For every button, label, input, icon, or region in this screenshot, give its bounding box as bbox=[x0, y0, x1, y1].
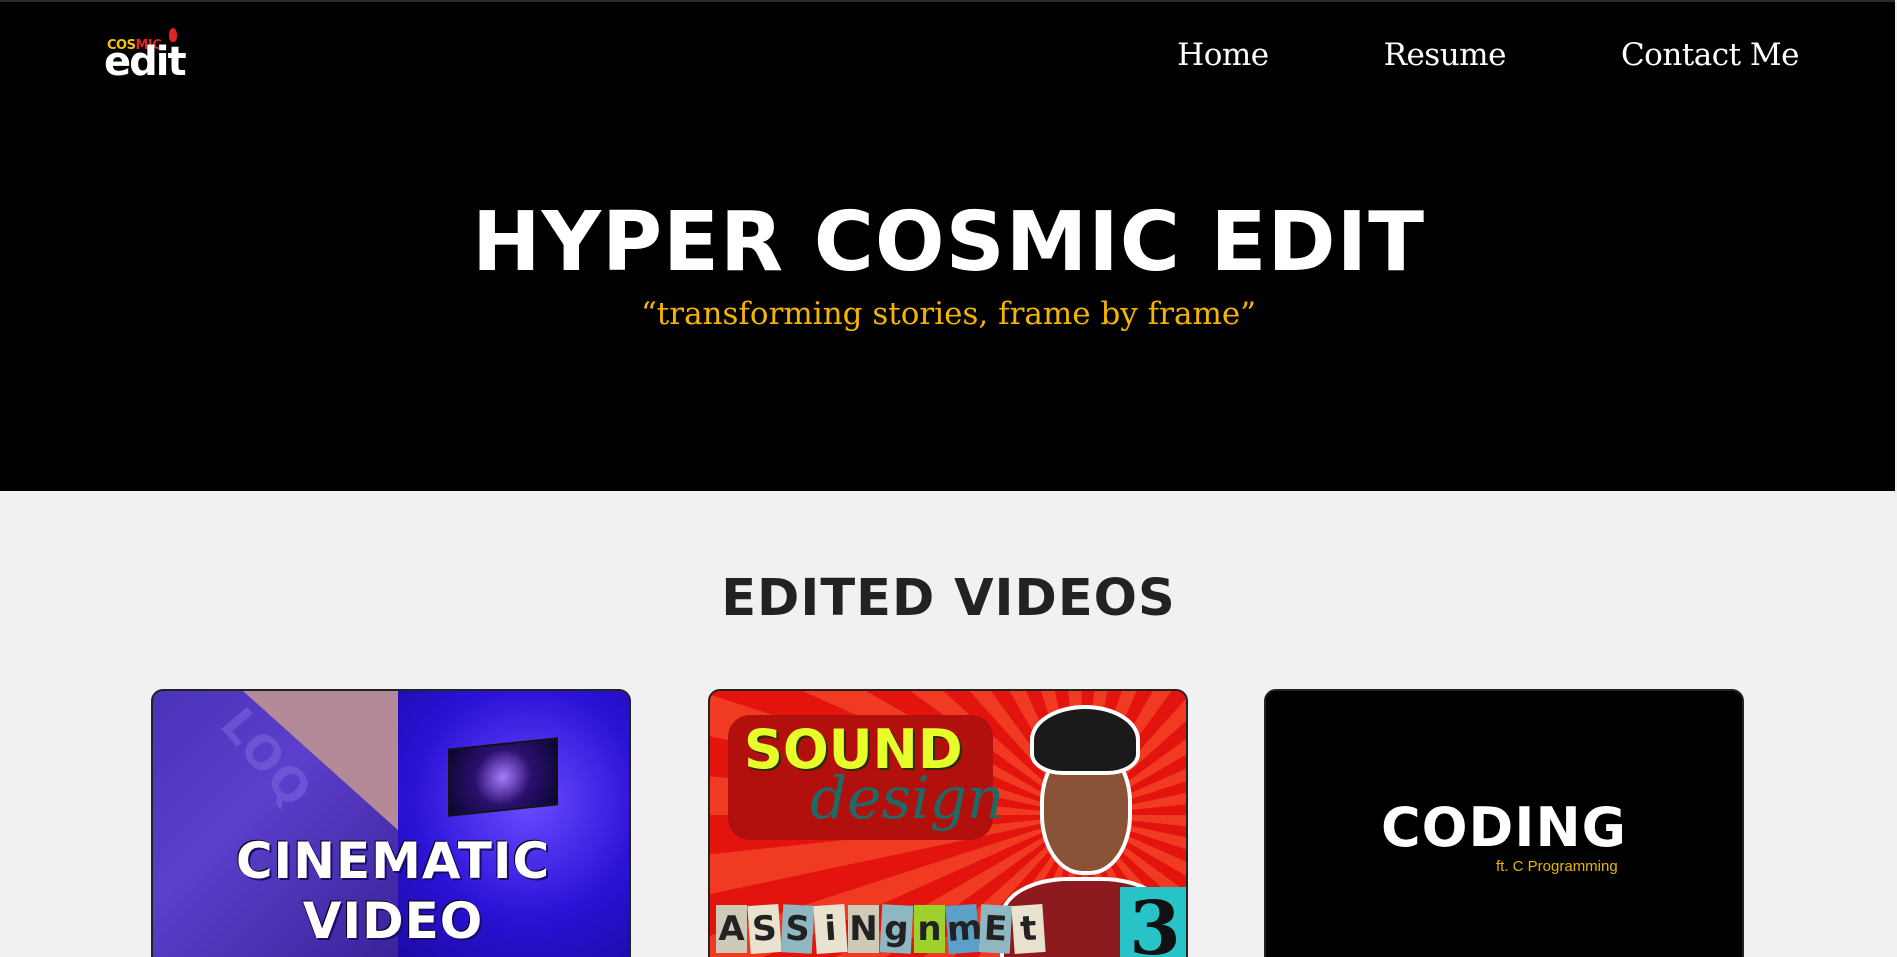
collage-letter: n bbox=[914, 905, 945, 953]
nav-contact-link[interactable]: Contact Me bbox=[1621, 40, 1800, 71]
collage-letter: S bbox=[780, 904, 815, 954]
collage-letter: t bbox=[1011, 903, 1046, 955]
video-card-sound-design[interactable]: SOUND design A S S i N g n m E t 3 bbox=[708, 689, 1188, 957]
nav-resume-link[interactable]: Resume bbox=[1384, 40, 1507, 71]
site-header: COSMIC edit Home Resume Contact Me HYPER… bbox=[0, 0, 1895, 491]
laptop-screen-image bbox=[448, 737, 558, 817]
main-nav: Home Resume Contact Me bbox=[1177, 40, 1799, 71]
assignment-number: 3 bbox=[1120, 887, 1186, 957]
person-hair bbox=[1030, 705, 1140, 775]
collage-letter: A bbox=[716, 905, 747, 953]
thumbnail-design-text: design bbox=[810, 764, 1005, 832]
logo-main-text: edit bbox=[104, 39, 187, 85]
hero-subtitle: “transforming stories, frame by frame” bbox=[640, 296, 1257, 332]
thumbnail-title-line1: CINEMATIC bbox=[235, 832, 551, 890]
site-logo[interactable]: COSMIC edit bbox=[104, 28, 200, 85]
video-card-cinematic[interactable]: LOQ CINEMATIC VIDEO bbox=[151, 689, 631, 957]
thumbnail-title-line2: VIDEO bbox=[302, 892, 484, 950]
hero-title: HYPER COSMIC EDIT bbox=[471, 195, 1426, 290]
nav-home-link[interactable]: Home bbox=[1177, 40, 1269, 71]
collage-letter: N bbox=[848, 905, 879, 953]
section-title: EDITED VIDEOS bbox=[721, 569, 1176, 628]
thumbnail-coding-subtitle: ft. C Programming bbox=[1496, 858, 1618, 875]
collage-letter: S bbox=[747, 903, 782, 955]
collage-letter: E bbox=[978, 904, 1013, 954]
thumbnail-coding-title: CODING bbox=[1381, 796, 1627, 859]
collage-letter: g bbox=[879, 904, 914, 954]
assignment-collage-text: A S S i N g n m E t bbox=[716, 903, 1046, 955]
video-card-coding[interactable]: CODING ft. C Programming bbox=[1264, 689, 1744, 957]
collage-letter: i bbox=[813, 903, 848, 955]
collage-letter: m bbox=[945, 903, 984, 955]
